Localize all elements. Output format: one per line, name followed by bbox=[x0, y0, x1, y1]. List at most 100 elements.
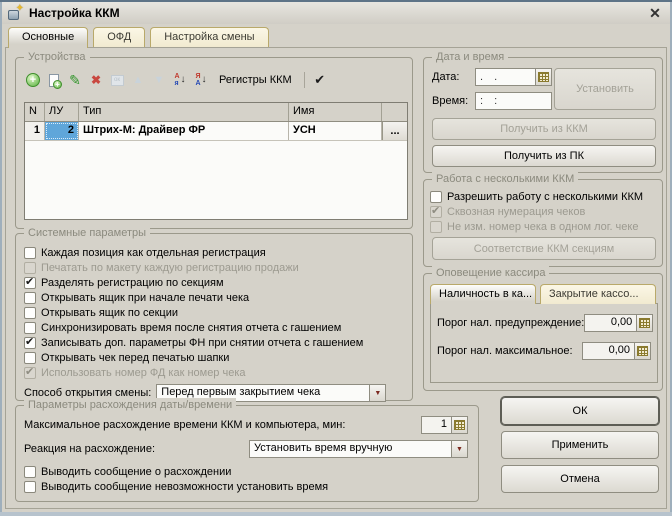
lok-icon: ок bbox=[108, 71, 126, 89]
checkbox-box[interactable] bbox=[24, 322, 36, 334]
checkbox-box[interactable] bbox=[24, 247, 36, 259]
checkbox-open-drawer-by-section[interactable]: Открывать ящик по секции bbox=[16, 305, 412, 320]
column-header-n[interactable]: N bbox=[25, 103, 45, 121]
checkbox-use-fd-number: Использовать номер ФД как номер чека bbox=[16, 365, 412, 380]
row-more-button[interactable]: ... bbox=[382, 122, 407, 140]
cell-name[interactable]: УСН bbox=[289, 122, 382, 140]
calendar-icon bbox=[538, 72, 549, 82]
checkbox-box[interactable] bbox=[24, 352, 36, 364]
sort-desc-icon[interactable]: ЯА ↓ bbox=[192, 71, 210, 89]
checkbox-print-by-layout: Печатать по макету каждую регистрацию пр… bbox=[16, 260, 412, 275]
calculator-icon bbox=[637, 346, 648, 356]
cell-more: ... bbox=[382, 122, 407, 140]
calculator-icon bbox=[454, 420, 465, 430]
checkbox-open-check-before-header[interactable]: Открывать чек перед печатью шапки bbox=[16, 350, 412, 365]
move-down-icon: ▼ bbox=[150, 71, 168, 89]
close-icon[interactable]: ✕ bbox=[646, 5, 664, 22]
table-row[interactable]: 1 2 Штрих-М: Драйвер ФР УСН ... bbox=[25, 122, 407, 141]
date-field[interactable]: . . bbox=[475, 68, 552, 86]
delete-icon[interactable]: ✖ bbox=[87, 71, 105, 89]
checkbox-box[interactable] bbox=[24, 466, 36, 478]
column-header-lu[interactable]: ЛУ bbox=[45, 103, 79, 121]
checkbox-box[interactable] bbox=[24, 337, 36, 349]
add-copy-icon[interactable]: + bbox=[45, 71, 63, 89]
calculator-button[interactable] bbox=[634, 342, 651, 360]
set-datetime-button: Установить bbox=[554, 68, 656, 110]
checkbox-each-position-separate[interactable]: Каждая позиция как отдельная регистрация bbox=[16, 245, 412, 260]
cell-lu-selected[interactable]: 2 bbox=[45, 122, 79, 140]
max-diff-field[interactable]: 1 bbox=[421, 416, 468, 434]
reaction-combobox[interactable]: Установить время вручную ▼ bbox=[249, 440, 468, 458]
window-border-bottom bbox=[0, 512, 672, 516]
reaction-value[interactable]: Установить время вручную bbox=[249, 440, 451, 458]
checkbox-split-by-sections[interactable]: Разделять регистрацию по секциям bbox=[16, 275, 412, 290]
date-input[interactable]: . . bbox=[475, 68, 535, 86]
checkbox-box[interactable] bbox=[430, 191, 442, 203]
tab-osnovnye[interactable]: Основные bbox=[8, 27, 88, 48]
date-label: Дата: bbox=[432, 71, 475, 83]
app-icon: ✦ bbox=[8, 6, 23, 20]
time-row: Время: : : bbox=[432, 92, 552, 110]
date-row: Дата: . . bbox=[432, 68, 552, 86]
calendar-button[interactable] bbox=[535, 68, 552, 86]
max-threshold-value[interactable]: 0,00 bbox=[582, 342, 634, 360]
reaction-row: Реакция на расхождение: Установить время… bbox=[24, 440, 468, 458]
get-from-kkm-button: Получить из ККМ bbox=[432, 118, 656, 140]
cell-type[interactable]: Штрих-М: Драйвер ФР bbox=[79, 122, 289, 140]
time-input[interactable]: : : bbox=[475, 92, 552, 110]
apply-button[interactable]: Применить bbox=[501, 431, 659, 459]
kkm-settings-dialog: ✦ Настройка ККМ ✕ Основные ОФД Настройка… bbox=[0, 0, 672, 516]
group-system-params: Системные параметры Каждая позиция как о… bbox=[15, 233, 413, 401]
dropdown-button[interactable]: ▼ bbox=[369, 384, 386, 402]
checkbox-show-diff-message[interactable]: Выводить сообщение о расхождении bbox=[16, 464, 478, 479]
checkbox-box[interactable] bbox=[24, 307, 36, 319]
sort-asc-icon[interactable]: Ая ↓ bbox=[171, 71, 189, 89]
max-diff-label: Максимальное расхождение времени ККМ и к… bbox=[24, 419, 421, 431]
kkm-sections-mapping-button: Соответствие ККМ секциям bbox=[432, 237, 656, 260]
calculator-button[interactable] bbox=[451, 416, 468, 434]
add-icon[interactable]: + bbox=[24, 71, 42, 89]
calculator-button[interactable] bbox=[636, 314, 653, 332]
max-diff-value[interactable]: 1 bbox=[421, 416, 451, 434]
get-from-pc-button[interactable]: Получить из ПК bbox=[432, 145, 656, 167]
group-time-diff-title: Параметры расхождения даты/времени bbox=[24, 398, 236, 412]
dropdown-button[interactable]: ▼ bbox=[451, 440, 468, 458]
check-icon[interactable]: ✔ bbox=[311, 71, 329, 89]
checkbox-box[interactable] bbox=[24, 292, 36, 304]
tab-ofd[interactable]: ОФД bbox=[93, 27, 145, 47]
tab-nastroyka-smeny[interactable]: Настройка смены bbox=[150, 27, 268, 47]
max-threshold-field[interactable]: 0,00 bbox=[582, 342, 651, 360]
checkbox-through-numbering: Сквозная нумерация чеков bbox=[424, 204, 662, 219]
column-header-type[interactable]: Тип bbox=[79, 103, 289, 121]
devices-toolbar: + + ✎ ✖ ок ▲ ▼ Ая ↓ ЯА ↓ Регистры ККМ ✔ bbox=[24, 68, 329, 92]
checkbox-sync-time-after-zreport[interactable]: Синхронизировать время после снятия отче… bbox=[16, 320, 412, 335]
checkbox-box[interactable] bbox=[24, 481, 36, 493]
chevron-down-icon: ▼ bbox=[456, 446, 463, 453]
title-bar: ✦ Настройка ККМ ✕ bbox=[2, 2, 670, 24]
checkbox-box bbox=[24, 367, 36, 379]
cell-n[interactable]: 1 bbox=[25, 122, 45, 140]
group-datetime: Дата и время Дата: . . Время: : : Устано… bbox=[423, 57, 663, 173]
checkbox-write-fn-params[interactable]: Записывать доп. параметры ФН при снятии … bbox=[16, 335, 412, 350]
edit-icon[interactable]: ✎ bbox=[66, 71, 84, 89]
warn-threshold-label: Порог нал. предупреждение: bbox=[437, 317, 584, 329]
column-header-name[interactable]: Имя bbox=[289, 103, 382, 121]
checkbox-show-cannot-set-time[interactable]: Выводить сообщение невозможности установ… bbox=[16, 479, 478, 494]
group-multi-kkm: Работа с несколькими ККМ Разрешить работ… bbox=[423, 179, 663, 267]
registers-kkm-button[interactable]: Регистры ККМ bbox=[213, 73, 298, 87]
group-system-params-title: Системные параметры bbox=[24, 226, 150, 240]
checkbox-open-drawer-on-print[interactable]: Открывать ящик при начале печати чека bbox=[16, 290, 412, 305]
tab-shift-closing[interactable]: Закрытие кассо... bbox=[540, 284, 656, 304]
chevron-down-icon: ▼ bbox=[374, 390, 381, 397]
warn-threshold-row: Порог нал. предупреждение: 0,00 bbox=[437, 314, 651, 332]
checkbox-box[interactable] bbox=[24, 277, 36, 289]
checkbox-allow-multi-kkm[interactable]: Разрешить работу с несколькими ККМ bbox=[424, 189, 662, 204]
warn-threshold-field[interactable]: 0,00 bbox=[584, 314, 653, 332]
tab-strip: Основные ОФД Настройка смены bbox=[8, 27, 269, 48]
ok-button[interactable]: ОК bbox=[501, 397, 659, 425]
max-threshold-row: Порог нал. максимальное: 0,00 bbox=[437, 342, 651, 360]
warn-threshold-value[interactable]: 0,00 bbox=[584, 314, 636, 332]
tab-cash-in-drawer[interactable]: Наличность в ка... bbox=[430, 284, 536, 304]
cancel-button[interactable]: Отмена bbox=[501, 465, 659, 493]
devices-table-header: N ЛУ Тип Имя bbox=[25, 103, 407, 122]
